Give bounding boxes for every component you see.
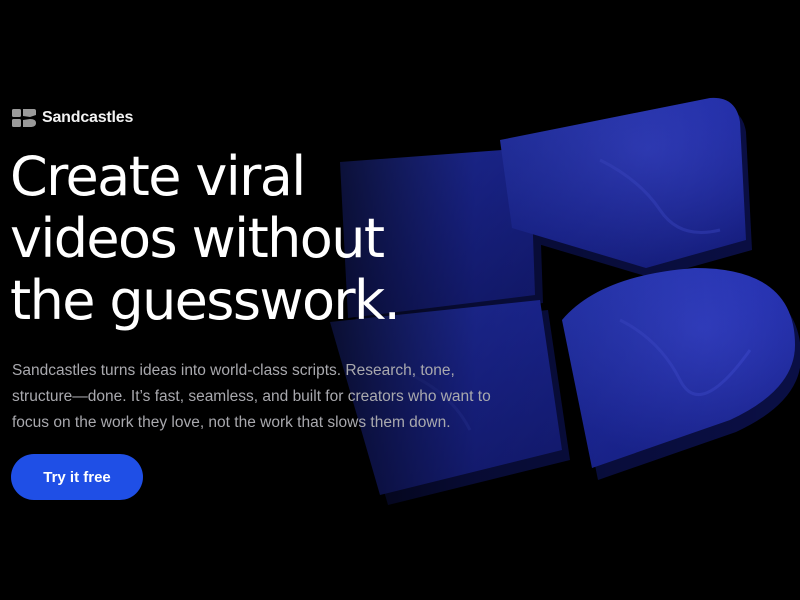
description-line: focus on the work they love, not the wor… xyxy=(12,410,532,436)
description-line: structure—done. It’s fast, seamless, and… xyxy=(12,384,532,410)
hero-headline: Create viral videos without the guesswor… xyxy=(10,146,530,332)
description-line: Sandcastles turns ideas into world-class… xyxy=(12,358,532,384)
headline-line: videos without xyxy=(10,208,530,270)
brand-name: Sandcastles xyxy=(42,109,133,127)
sandcastles-logo-icon xyxy=(12,108,36,128)
hero-description: Sandcastles turns ideas into world-class… xyxy=(12,358,532,436)
headline-line: Create viral xyxy=(10,146,530,208)
try-it-free-button[interactable]: Try it free xyxy=(11,454,143,500)
brand[interactable]: Sandcastles xyxy=(12,108,133,128)
headline-line: the guesswork. xyxy=(10,270,530,332)
